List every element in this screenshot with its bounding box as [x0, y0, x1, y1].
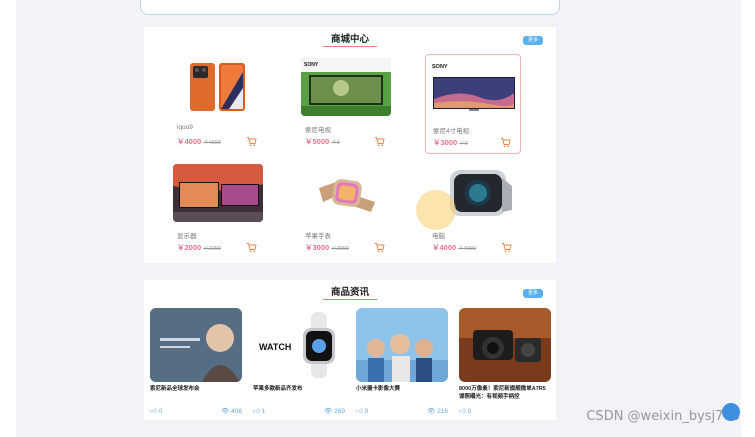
product-old-price: ￥0 — [459, 141, 468, 147]
cart-icon[interactable] — [501, 240, 512, 253]
like-icon[interactable]: 👍︎ 0 — [459, 407, 471, 415]
product-name: 苹果手表 — [305, 233, 331, 240]
csdn-watermark: CSDN @weixin_bysj703 — [586, 409, 740, 424]
product-name: 索尼4寸电视 — [433, 128, 470, 135]
product-card[interactable]: 显示器 ￥2000 ￥2000 — [170, 160, 266, 260]
product-price: ￥5000 ￥0 — [305, 137, 340, 146]
cursor-highlight — [416, 190, 456, 230]
view-count: 👁︎ 269 — [324, 408, 345, 415]
mall-section: 商城中心 更多 iqoo9 ￥4000 ￥4600 SONY 索尼电视 ￥500… — [144, 27, 556, 263]
cart-icon[interactable] — [374, 134, 385, 147]
product-price: ￥4000 ￥4000 — [432, 243, 476, 252]
product-name: 索尼电视 — [305, 127, 331, 134]
like-count: 0 — [467, 408, 472, 415]
like-icon[interactable]: 👍︎ 0 — [150, 407, 162, 415]
like-icon[interactable]: 👍︎ 1 — [253, 407, 265, 415]
news-title: 苹果多款新品齐发布 — [253, 386, 303, 392]
news-image-apple-watch: WATCH — [253, 308, 345, 382]
product-card[interactable]: 苹果手表 ￥3000 ￥3000 — [298, 160, 394, 260]
news-card[interactable]: 8000万像素！索尼新旗舰微单A7R5谍照曝光：有视频手柄控 👍︎ 0 — [459, 308, 551, 420]
product-price: ￥2000 ￥2000 — [177, 243, 221, 252]
cart-icon[interactable] — [246, 134, 257, 147]
product-image-watch — [301, 164, 391, 222]
like-count: 0 — [364, 408, 369, 415]
product-price: ￥4000 ￥4600 — [177, 137, 221, 146]
cart-icon[interactable] — [374, 240, 385, 253]
news-image-xiaomi-contest — [356, 308, 448, 382]
news-card[interactable]: 索尼新品全球发布会 👍︎ 0 👁︎ 406 — [150, 308, 242, 420]
like-count: 0 — [158, 408, 163, 415]
product-card[interactable]: SONY 索尼电视 ￥5000 ￥0 — [298, 54, 394, 154]
product-name: 显示器 — [177, 233, 197, 240]
product-name: 电脑 — [432, 233, 445, 240]
product-image-tv: SONY — [301, 58, 391, 116]
news-title: 索尼新品全球发布会 — [150, 386, 200, 392]
news-section: 商品资讯 更多 索尼新品全球发布会 👍︎ 0 👁︎ 406 WATCH 苹果多款… — [144, 280, 556, 420]
product-old-price: ￥4000 — [458, 246, 476, 252]
news-section-title: 商品资讯 — [144, 284, 556, 300]
search-bar-container — [140, 0, 560, 15]
product-price: ￥3000 ￥3000 — [305, 243, 349, 252]
product-image-phone — [173, 58, 263, 116]
news-card[interactable]: WATCH 苹果多款新品齐发布 👍︎ 1 👁︎ 269 — [253, 308, 345, 420]
cart-icon[interactable] — [246, 240, 257, 253]
like-icon[interactable]: 👍︎ 0 — [356, 407, 368, 415]
tv-brand-text-2: SONY — [432, 64, 448, 70]
product-name: iqoo9 — [177, 124, 193, 131]
product-old-price: ￥2000 — [203, 246, 221, 252]
product-card[interactable]: SONY 索尼4寸电视 ￥3000 ￥0 — [425, 54, 521, 154]
tv-brand-text: SONY — [304, 62, 319, 68]
cart-icon[interactable] — [500, 135, 511, 148]
like-count: 1 — [261, 408, 266, 415]
back-to-top-button[interactable] — [722, 403, 740, 421]
product-old-price: ￥3000 — [331, 246, 349, 252]
news-image-sony-launch — [150, 308, 242, 382]
product-image-monitor — [173, 164, 263, 222]
news-more-button[interactable]: 更多 — [523, 289, 543, 298]
view-count: 👁︎ 406 — [221, 408, 242, 415]
news-title: 小米摄卡影像大赛 — [356, 386, 401, 392]
mall-section-title: 商城中心 — [144, 31, 556, 47]
product-image-tv-4: SONY — [429, 59, 519, 117]
news-card[interactable]: 小米摄卡影像大赛 👍︎ 0 👁︎ 216 — [356, 308, 448, 420]
news-title: 8000万像素！索尼新旗舰微单A7R5谍照曝光：有视频手柄控 — [459, 386, 546, 400]
product-old-price: ￥0 — [331, 140, 340, 146]
mall-more-button[interactable]: 更多 — [523, 36, 543, 45]
news-image-sony-camera — [459, 308, 551, 382]
view-count: 👁︎ 216 — [427, 408, 448, 415]
product-price: ￥3000 ￥0 — [433, 138, 468, 147]
product-card[interactable]: iqoo9 ￥4000 ￥4600 — [170, 54, 266, 154]
watch-logo-text: WATCH — [259, 342, 291, 352]
product-old-price: ￥4600 — [203, 140, 221, 146]
